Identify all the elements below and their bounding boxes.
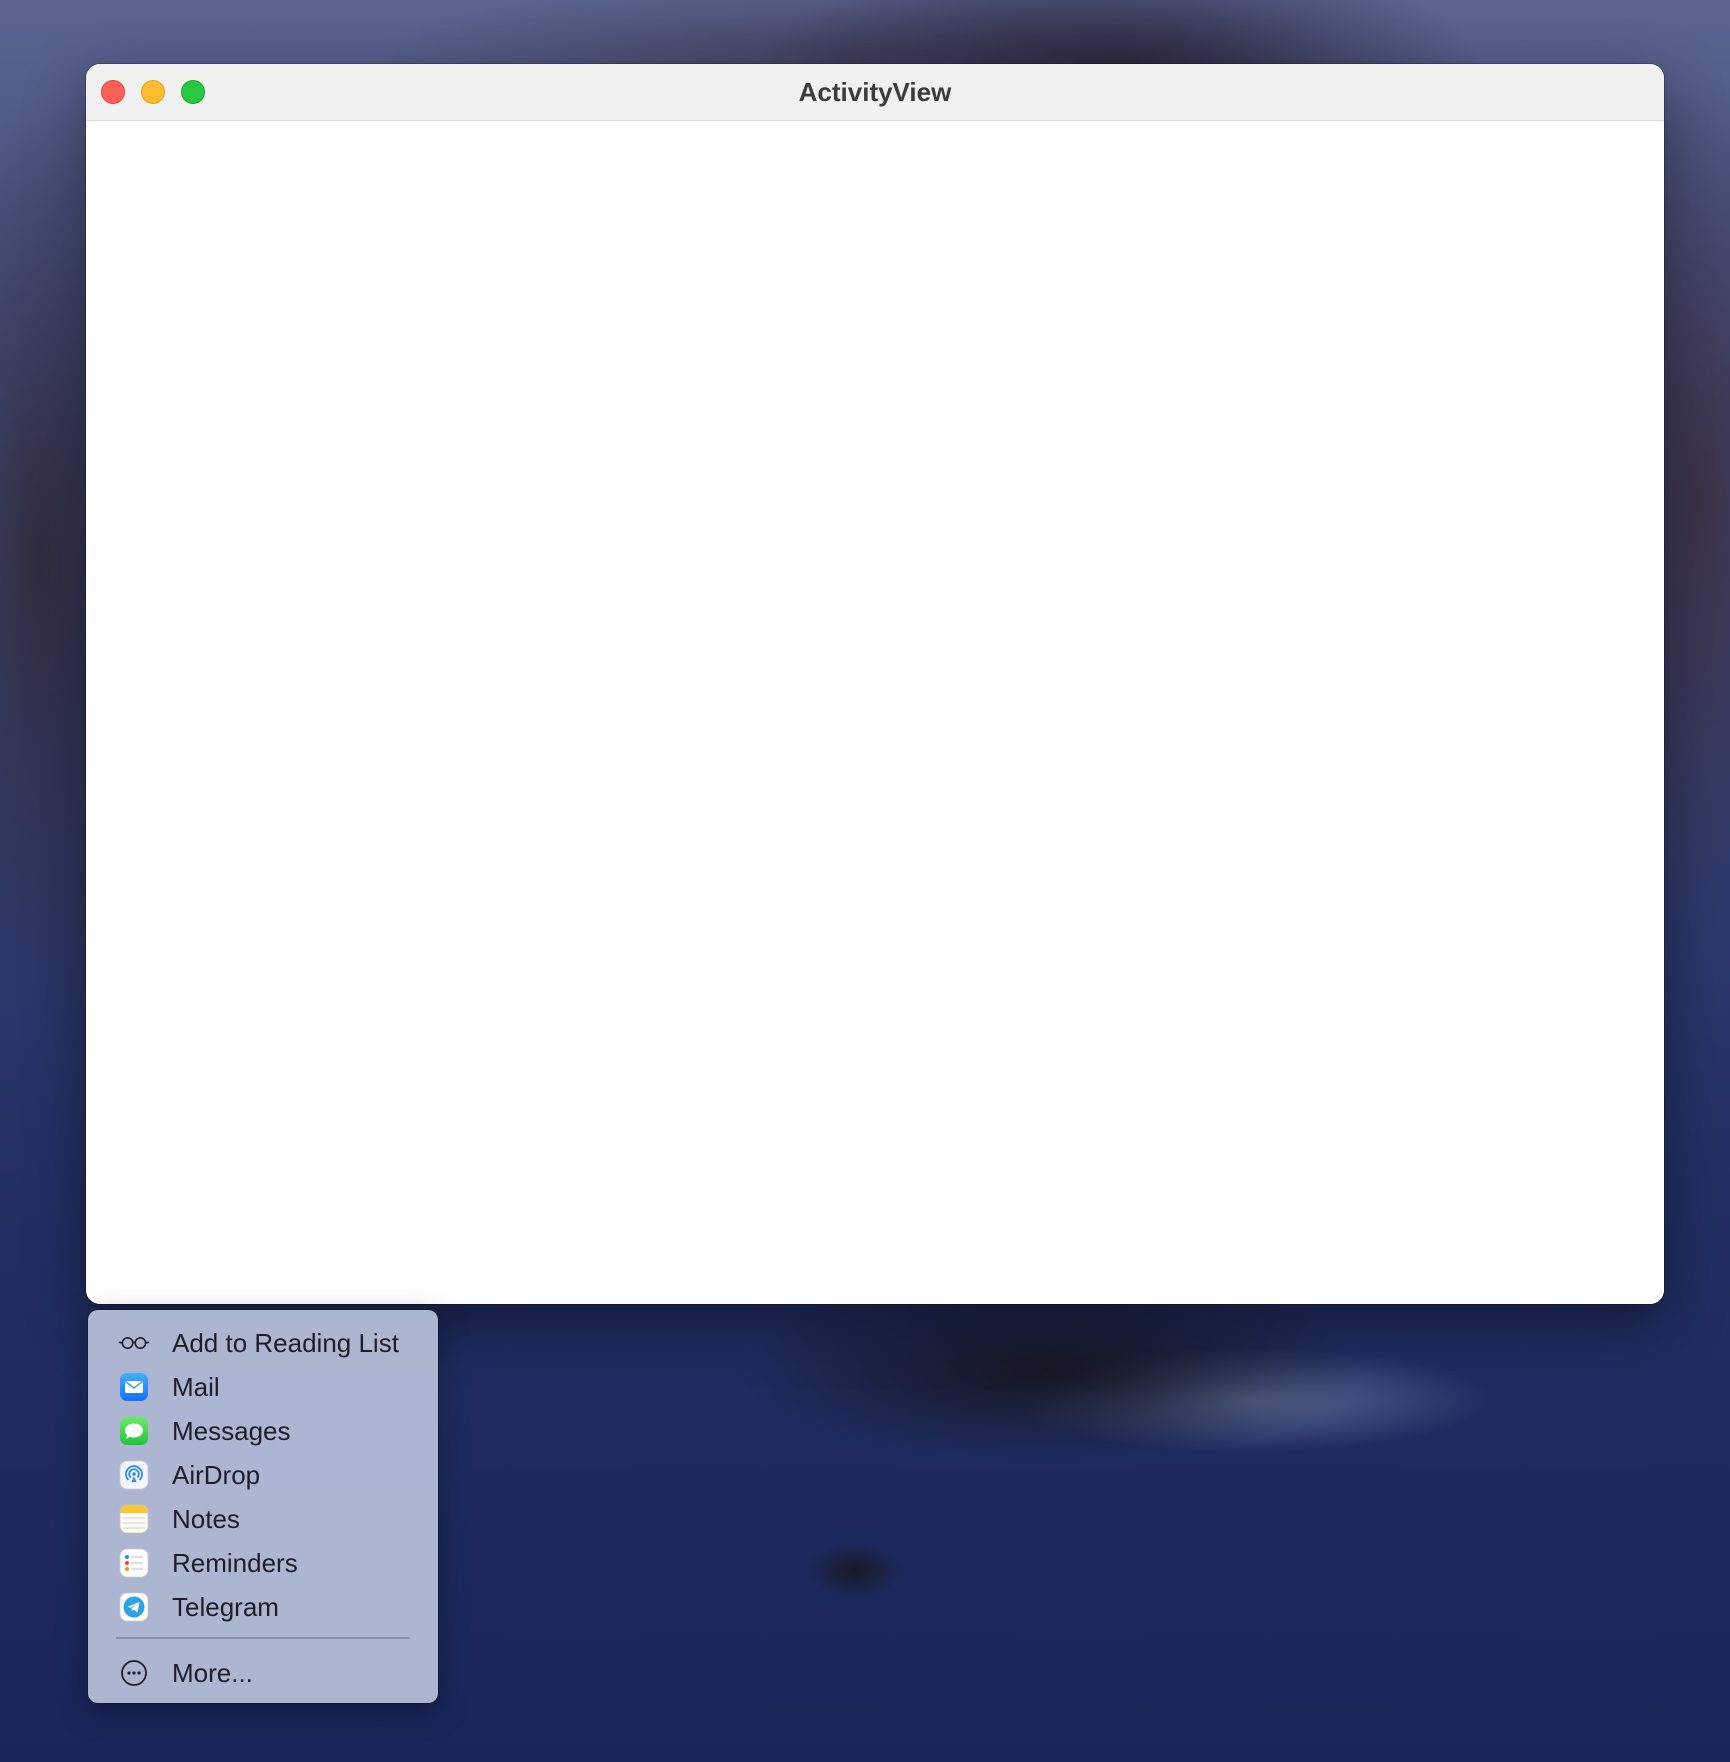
reading-glasses-icon (118, 1327, 150, 1359)
menu-item-label: Messages (172, 1415, 291, 1446)
mail-icon (118, 1371, 150, 1403)
menu-item-add-to-reading-list[interactable]: Add to Reading List (100, 1322, 426, 1364)
menu-item-airdrop[interactable]: AirDrop (100, 1454, 426, 1496)
title-bar: ActivityView (86, 64, 1664, 121)
telegram-icon (118, 1591, 150, 1623)
activity-view-window: ActivityView (86, 64, 1664, 1304)
reminders-icon (118, 1547, 150, 1579)
menu-item-messages[interactable]: Messages (100, 1410, 426, 1452)
menu-separator (116, 1637, 410, 1639)
menu-item-label: Telegram (172, 1591, 279, 1622)
menu-item-label: More... (172, 1657, 253, 1688)
window-content (86, 121, 1664, 1304)
share-menu: Add to Reading List Mail Messages AirDro… (88, 1310, 438, 1703)
menu-item-mail[interactable]: Mail (100, 1366, 426, 1408)
menu-item-reminders[interactable]: Reminders (100, 1542, 426, 1584)
messages-icon (118, 1415, 150, 1447)
menu-item-label: Mail (172, 1371, 220, 1402)
notes-icon (118, 1503, 150, 1535)
menu-item-notes[interactable]: Notes (100, 1498, 426, 1540)
menu-item-more[interactable]: More... (100, 1652, 426, 1694)
airdrop-icon (118, 1459, 150, 1491)
more-ellipsis-icon (118, 1657, 150, 1689)
menu-item-label: Notes (172, 1503, 240, 1534)
menu-item-label: Reminders (172, 1547, 298, 1578)
menu-item-telegram[interactable]: Telegram (100, 1586, 426, 1628)
menu-item-label: AirDrop (172, 1459, 261, 1490)
window-title: ActivityView (798, 77, 952, 107)
menu-item-label: Add to Reading List (172, 1327, 399, 1358)
